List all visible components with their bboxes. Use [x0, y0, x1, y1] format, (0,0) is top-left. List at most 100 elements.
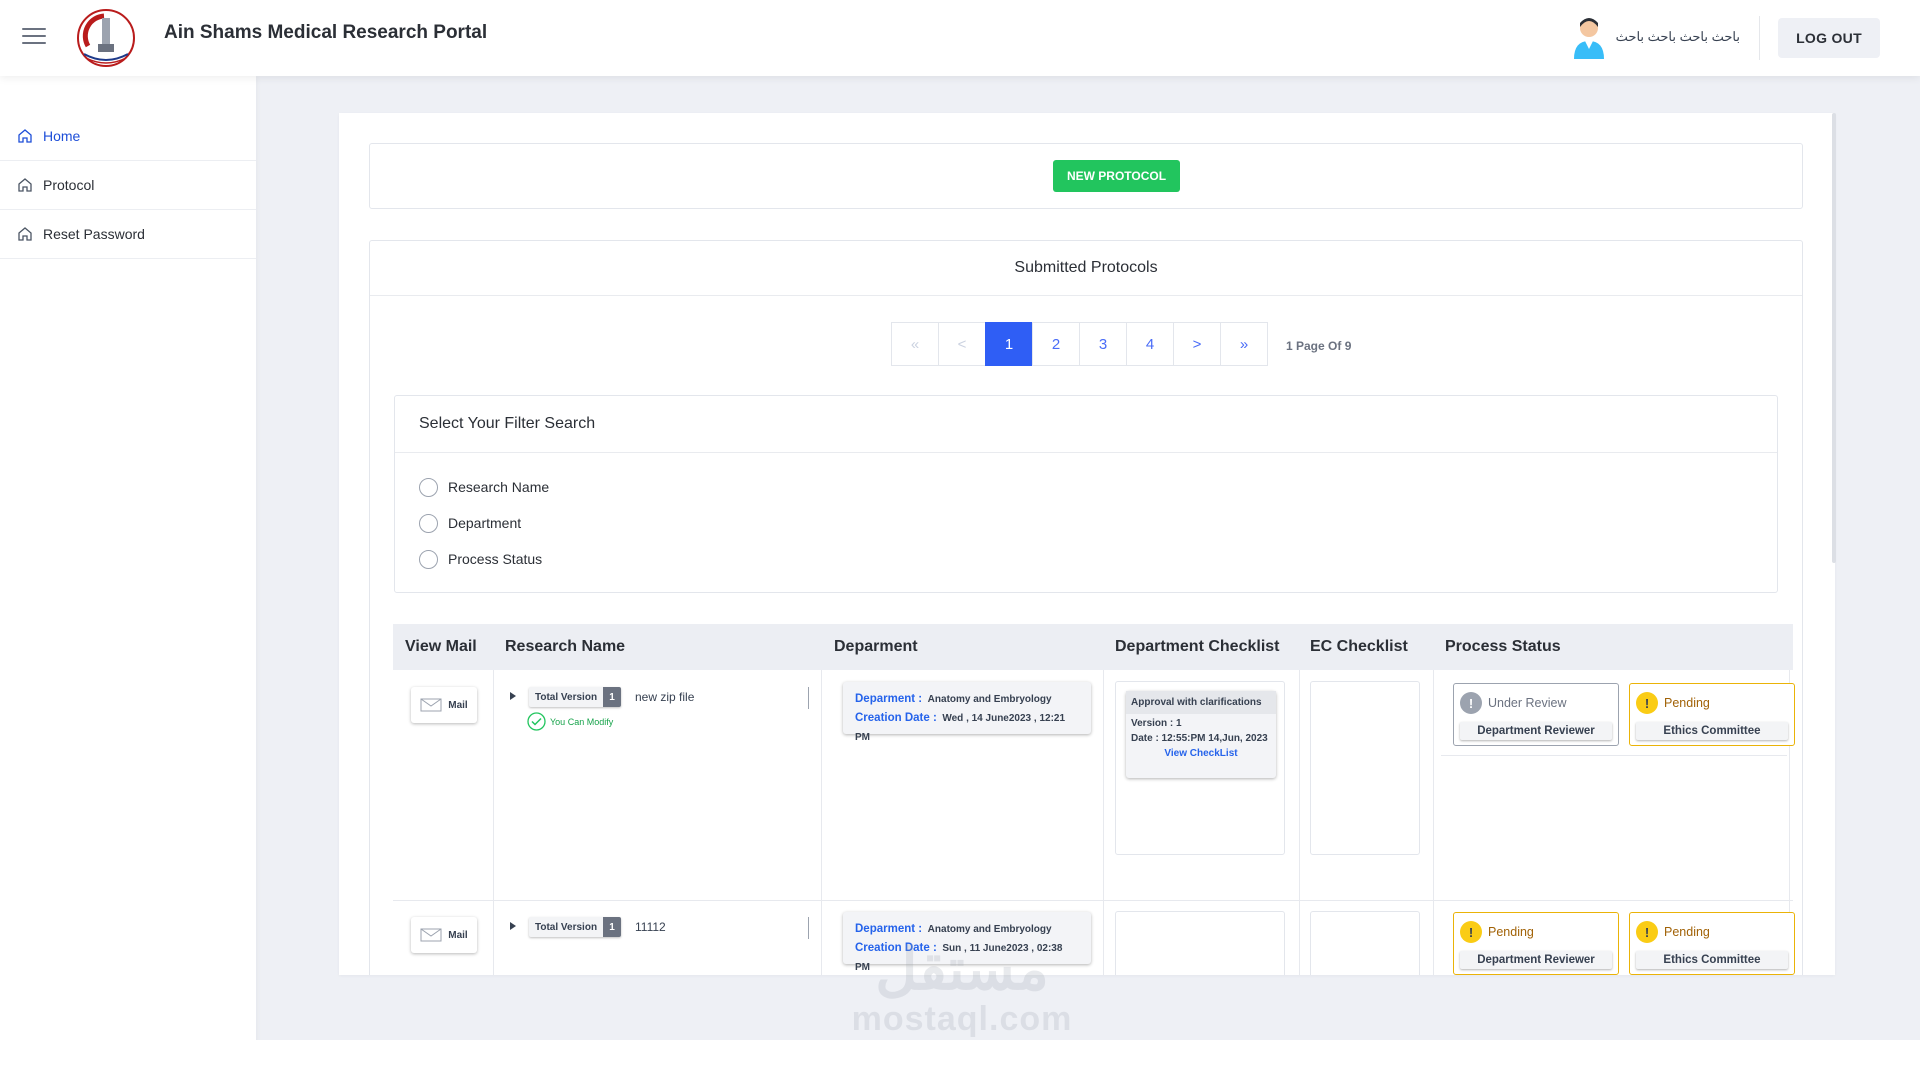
filter-radio-research-name[interactable]: Research Name: [395, 469, 1777, 505]
user-name: باحث باحث باحث باحث: [1615, 29, 1740, 44]
filter-option-label: Process Status: [448, 551, 543, 567]
expand-caret-icon[interactable]: [510, 922, 516, 930]
footer-bar: [256, 1040, 1920, 1080]
creation-date-label: Creation Date :: [855, 712, 937, 724]
pagination-page-2[interactable]: 2: [1032, 322, 1080, 366]
ec-checklist-cell: [1310, 681, 1420, 855]
status-state: Pending: [1664, 696, 1710, 710]
university-logo: [74, 6, 138, 70]
row-divider: [393, 900, 1793, 901]
filter-option-label: Department: [448, 515, 522, 531]
vertical-separator: [808, 687, 809, 709]
checklist-version: Version : 1: [1131, 718, 1182, 729]
column-divider: [493, 670, 494, 975]
sidebar-item-home[interactable]: Home: [0, 112, 256, 161]
status-state: Pending: [1664, 925, 1710, 939]
total-version-label: Total Version: [535, 921, 598, 933]
pagination-page-4[interactable]: 4: [1126, 322, 1174, 366]
user-profile[interactable]: باحث باحث باحث باحث: [1572, 14, 1740, 60]
department-label: Deparment :: [855, 693, 923, 705]
department-value: Anatomy and Embryology: [927, 694, 1052, 705]
status-role: Ethics Committee: [1636, 951, 1788, 969]
envelope-icon: [420, 928, 442, 942]
checklist-status: Approval with clarifications: [1126, 691, 1276, 714]
status-state: Under Review: [1488, 696, 1567, 710]
main-content-card: NEW PROTOCOL Submitted Protocols « < 1 2…: [339, 113, 1835, 975]
radio-circle[interactable]: [419, 477, 438, 497]
status-role: Ethics Committee: [1636, 722, 1788, 740]
pagination-next[interactable]: >: [1173, 322, 1221, 366]
sidebar-item-label: Home: [43, 128, 81, 144]
column-header-department-checklist: Department Checklist: [1115, 638, 1280, 655]
top-header: Ain Shams Medical Research Portal باحث ب…: [0, 0, 1920, 76]
expand-caret-icon[interactable]: [510, 692, 516, 700]
envelope-icon: [420, 698, 442, 712]
pagination-page-3[interactable]: 3: [1079, 322, 1127, 366]
new-protocol-button[interactable]: NEW PROTOCOL: [1053, 160, 1180, 192]
column-divider: [1433, 670, 1434, 975]
status-role: Department Reviewer: [1460, 951, 1612, 969]
exclamation-icon: !: [1636, 692, 1658, 714]
sidebar: Home Protocol Reset Password: [0, 76, 256, 1080]
filter-panel: Select Your Filter Search Research Name …: [394, 395, 1778, 593]
sidebar-item-label: Protocol: [43, 177, 95, 193]
total-version-count: 1: [603, 687, 622, 707]
column-header-process-status: Process Status: [1445, 638, 1561, 655]
submitted-protocols-title: Submitted Protocols: [370, 241, 1802, 296]
exclamation-icon: !: [1636, 921, 1658, 943]
exclamation-icon: !: [1460, 921, 1482, 943]
exclamation-icon: !: [1460, 692, 1482, 714]
user-avatar-icon: [1573, 18, 1604, 59]
checklist-date: Date : 12:55:PM 14,Jun, 2023: [1131, 733, 1268, 744]
filter-radio-process-status[interactable]: Process Status: [395, 541, 1777, 577]
filter-title: Select Your Filter Search: [395, 396, 1777, 453]
radio-circle[interactable]: [419, 513, 438, 533]
department-checklist-cell: [1115, 911, 1285, 975]
column-divider: [1103, 670, 1104, 975]
department-checklist-card: Approval with clarifications Version : 1…: [1126, 691, 1276, 778]
research-name: 11112: [635, 920, 666, 934]
submitted-protocols-section: Submitted Protocols « < 1 2 3 4 > » 1 Pa…: [369, 240, 1803, 975]
column-header-ec-checklist: EC Checklist: [1310, 638, 1408, 655]
pagination-prev[interactable]: <: [938, 322, 986, 366]
department-value: Anatomy and Embryology: [927, 924, 1052, 935]
filter-radio-department[interactable]: Department: [395, 505, 1777, 541]
mail-label: Mail: [448, 699, 468, 711]
pagination-page-1[interactable]: 1: [985, 322, 1033, 366]
sidebar-item-reset-password[interactable]: Reset Password: [0, 210, 256, 259]
status-card-ethics-committee: ! Pending Ethics Committee: [1629, 683, 1795, 746]
mail-button[interactable]: Mail: [411, 687, 477, 723]
radio-circle[interactable]: [419, 549, 438, 569]
filter-option-label: Research Name: [448, 479, 550, 495]
total-version-label: Total Version: [535, 691, 598, 703]
department-info-card: Deparment : Anatomy and Embryology Creat…: [843, 682, 1091, 743]
column-header-department: Deparment: [834, 638, 918, 655]
status-card-department-reviewer: ! Pending Department Reviewer: [1453, 912, 1619, 975]
view-checklist-link[interactable]: View CheckList: [1126, 744, 1276, 759]
vertical-separator: [808, 917, 809, 939]
pagination: « < 1 2 3 4 > »: [891, 322, 1268, 366]
department-label: Deparment :: [855, 923, 923, 935]
home-icon: [18, 129, 32, 143]
hamburger-menu-icon[interactable]: [22, 28, 46, 46]
creation-date-label: Creation Date :: [855, 942, 937, 954]
total-version-badge: Total Version 1: [529, 917, 622, 937]
home-icon: [18, 227, 32, 241]
sidebar-item-protocol[interactable]: Protocol: [0, 161, 256, 210]
status-card-ethics-committee: ! Pending Ethics Committee: [1629, 912, 1795, 975]
sidebar-item-label: Reset Password: [43, 226, 145, 242]
column-divider: [1299, 670, 1300, 975]
total-version-count: 1: [603, 917, 622, 937]
ec-checklist-cell: [1310, 911, 1420, 975]
app-title: Ain Shams Medical Research Portal: [164, 22, 488, 43]
status-role: Department Reviewer: [1460, 722, 1612, 740]
pagination-last[interactable]: »: [1220, 322, 1268, 366]
status-card-department-reviewer: ! Under Review Department Reviewer: [1453, 683, 1619, 746]
pagination-first[interactable]: «: [891, 322, 939, 366]
vertical-scrollbar[interactable]: [1832, 113, 1836, 563]
logout-button[interactable]: LOG OUT: [1778, 18, 1880, 58]
total-version-badge: Total Version 1: [529, 687, 622, 707]
mail-button[interactable]: Mail: [411, 917, 477, 953]
header-divider: [1759, 16, 1760, 60]
home-icon: [18, 178, 32, 192]
